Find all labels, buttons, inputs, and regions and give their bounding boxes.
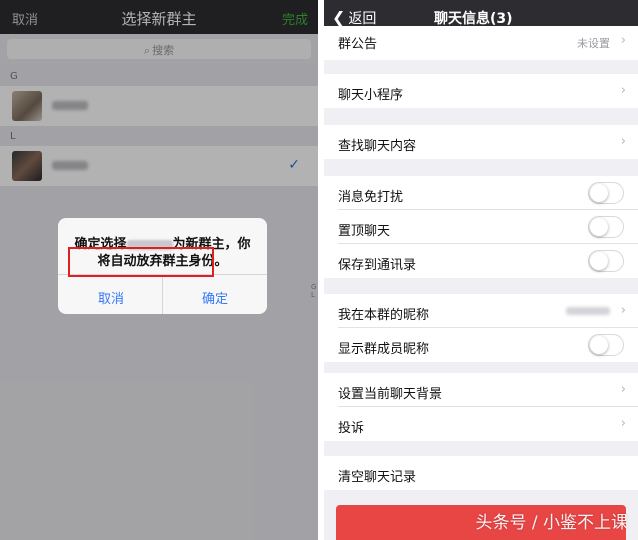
row-label: 聊天小程序 [338, 88, 404, 103]
row-value: 未设置 [577, 37, 610, 50]
toggle-knob [590, 184, 608, 202]
row-label: 消息免打扰 [338, 190, 404, 205]
chevron-right-icon: › [620, 33, 626, 48]
blurred-nickname [566, 307, 610, 315]
row-label: 显示群成员昵称 [338, 342, 430, 357]
row-announcement[interactable]: 群公告 未设置 › [324, 26, 638, 60]
show-nicknames-toggle[interactable] [588, 334, 624, 356]
dialog-cancel-button[interactable]: 取消 [98, 288, 124, 307]
toggle-knob [590, 218, 608, 236]
row-mute: 消息免打扰 [324, 176, 638, 210]
save-contacts-toggle[interactable] [588, 250, 624, 272]
row-label: 置顶聊天 [338, 224, 391, 239]
toggle-knob [590, 336, 608, 354]
toggle-knob [590, 252, 608, 270]
chevron-left-icon: ❮ [332, 8, 346, 27]
watermark: 头条号 / 小鉴不上课 [475, 513, 628, 533]
row-mini-programs[interactable]: 聊天小程序 › [324, 74, 638, 108]
row-label: 我在本群的昵称 [338, 308, 430, 323]
chevron-right-icon: › [620, 382, 626, 397]
row-save-contacts: 保存到通讯录 [324, 244, 638, 278]
pin-toggle[interactable] [588, 216, 624, 238]
row-label: 设置当前聊天背景 [338, 387, 443, 402]
row-report[interactable]: 投诉 › [324, 407, 638, 441]
row-label: 查找聊天内容 [338, 139, 417, 154]
dialog-button-divider [162, 275, 163, 314]
row-show-nicknames: 显示群成员昵称 [324, 328, 638, 362]
row-label: 群公告 [338, 37, 378, 52]
chat-info-screen: ❮ 返回 聊天信息(3) 群公告 未设置 › 聊天小程序 › 查找聊天内容 › 消… [324, 0, 638, 540]
row-chat-background[interactable]: 设置当前聊天背景 › [324, 373, 638, 407]
row-label: 投诉 [338, 421, 365, 436]
mute-toggle[interactable] [588, 182, 624, 204]
row-clear-history[interactable]: 清空聊天记录 [324, 456, 638, 490]
chevron-right-icon: › [620, 134, 626, 149]
chevron-right-icon: › [620, 83, 626, 98]
back-label: 返回 [348, 11, 377, 27]
chevron-right-icon: › [620, 416, 626, 431]
row-pin: 置顶聊天 [324, 210, 638, 244]
row-label: 清空聊天记录 [338, 470, 417, 485]
highlight-box [68, 247, 214, 277]
dialog-confirm-button[interactable]: 确定 [202, 288, 228, 307]
right-page-title: 聊天信息(3) [434, 11, 513, 27]
chevron-right-icon: › [620, 303, 626, 318]
row-label: 保存到通讯录 [338, 258, 417, 273]
back-button[interactable]: ❮ 返回 [332, 8, 376, 28]
row-my-nickname[interactable]: 我在本群的昵称 › [324, 294, 638, 328]
row-search-chat[interactable]: 查找聊天内容 › [324, 125, 638, 159]
select-new-owner-screen: 取消 选择新群主 完成 ⌕ 搜索 G L ✓ G L 确定选择 为新群主，你 将自动… [0, 0, 318, 540]
